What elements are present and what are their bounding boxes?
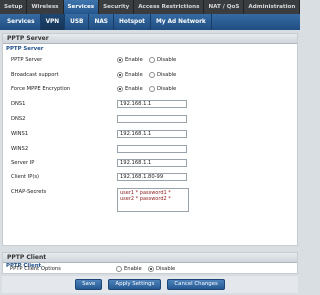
wins2-input[interactable] xyxy=(117,145,187,153)
pptp-server-enable-radio[interactable]: Enable xyxy=(117,57,143,63)
dns2-label: DNS2 xyxy=(11,116,26,122)
wins1-label: WINS1 xyxy=(11,131,29,137)
dns1-label: DNS1 xyxy=(11,101,26,107)
mppe-disable-radio[interactable]: Disable xyxy=(149,86,176,92)
radio-checked-icon xyxy=(117,57,123,63)
radio-checked-icon xyxy=(117,86,123,92)
save-button[interactable]: Save xyxy=(75,279,103,290)
pptp-client-enable-radio[interactable]: Enable xyxy=(116,266,142,272)
subtab-my-ad-network[interactable]: My Ad Network xyxy=(151,14,212,30)
dns1-row: DNS1 192.168.1.1 xyxy=(11,100,291,110)
dns1-input[interactable]: 192.168.1.1 xyxy=(117,100,187,108)
tab-administration[interactable]: Administration xyxy=(244,0,301,14)
chap-secrets-row: CHAP-Secrets user1 * password1 * user2 *… xyxy=(11,188,291,216)
radio-unchecked-icon xyxy=(116,266,122,272)
pptp-server-label: PPTP Server xyxy=(11,57,43,63)
radio-unchecked-icon xyxy=(149,57,155,63)
radio-unchecked-icon xyxy=(149,86,155,92)
pptp-client-header: PPTP Client xyxy=(3,253,297,263)
chap-secrets-textarea[interactable]: user1 * password1 * user2 * password2 * xyxy=(117,188,189,212)
pptp-server-header: PPTP Server xyxy=(3,34,297,44)
mppe-enable-radio[interactable]: Enable xyxy=(117,86,143,92)
server-ip-row: Server IP 192.168.1.1 xyxy=(11,159,291,169)
dns2-row: DNS2 xyxy=(11,115,291,125)
mppe-row: Force MPPE Encryption Enable Disable xyxy=(11,85,291,95)
button-bar: Save Apply Settings Cancel Changes xyxy=(2,276,298,293)
tab-wireless[interactable]: Wireless xyxy=(27,0,64,14)
tab-services[interactable]: Services xyxy=(63,0,100,14)
pptp-client-options-label: PPTP Client Options xyxy=(10,266,61,272)
tab-access-restrictions[interactable]: Access Restrictions xyxy=(134,0,205,14)
tab-nat-qos[interactable]: NAT / QoS xyxy=(204,0,245,14)
subtab-usb[interactable]: USB xyxy=(65,14,90,30)
wins1-row: WINS1 192.168.1.1 xyxy=(11,130,291,140)
cancel-changes-button[interactable]: Cancel Changes xyxy=(167,279,225,290)
subtab-nas[interactable]: NAS xyxy=(89,14,114,30)
subtab-hotspot[interactable]: Hotspot xyxy=(114,14,151,30)
wins2-row: WINS2 xyxy=(11,145,291,155)
pptp-client-disable-radio[interactable]: Disable xyxy=(148,266,175,272)
pptp-server-row: PPTP Server Enable Disable xyxy=(11,56,291,66)
subtab-services[interactable]: Services xyxy=(2,14,41,30)
client-ips-label: Client IP(s) xyxy=(11,174,40,180)
client-ips-input[interactable]: 192.168.1.80-99 xyxy=(117,173,187,181)
sub-navigation: Services VPN USB NAS Hotspot My Ad Netwo… xyxy=(0,14,300,30)
wins2-label: WINS2 xyxy=(11,146,29,152)
broadcast-label: Broadcast support xyxy=(11,72,59,78)
tab-setup[interactable]: Setup xyxy=(0,0,28,14)
server-ip-label: Server IP xyxy=(11,160,35,166)
mppe-label: Force MPPE Encryption xyxy=(11,86,71,92)
pptp-server-disable-radio[interactable]: Disable xyxy=(149,57,176,63)
broadcast-enable-radio[interactable]: Enable xyxy=(117,72,143,78)
pptp-server-panel: PPTP Server PPTP Server PPTP Server Enab… xyxy=(2,33,298,246)
apply-settings-button[interactable]: Apply Settings xyxy=(108,279,162,290)
pptp-server-legend: PPTP Server xyxy=(6,46,44,52)
dns2-input[interactable] xyxy=(117,115,187,123)
wins1-input[interactable]: 192.168.1.1 xyxy=(117,130,187,138)
broadcast-disable-radio[interactable]: Disable xyxy=(149,72,176,78)
radio-checked-icon xyxy=(148,266,154,272)
broadcast-row: Broadcast support Enable Disable xyxy=(11,71,291,81)
server-ip-input[interactable]: 192.168.1.1 xyxy=(117,159,187,167)
client-ips-row: Client IP(s) 192.168.1.80-99 xyxy=(11,173,291,183)
pptp-client-options-row: PPTP Client Options Enable Disable xyxy=(10,265,290,275)
subtab-vpn[interactable]: VPN xyxy=(40,14,66,30)
chap-secrets-label: CHAP-Secrets xyxy=(11,189,47,195)
radio-unchecked-icon xyxy=(149,72,155,78)
top-navigation: Setup Wireless Services Security Access … xyxy=(0,0,301,14)
radio-checked-icon xyxy=(117,72,123,78)
tab-security[interactable]: Security xyxy=(99,0,135,14)
